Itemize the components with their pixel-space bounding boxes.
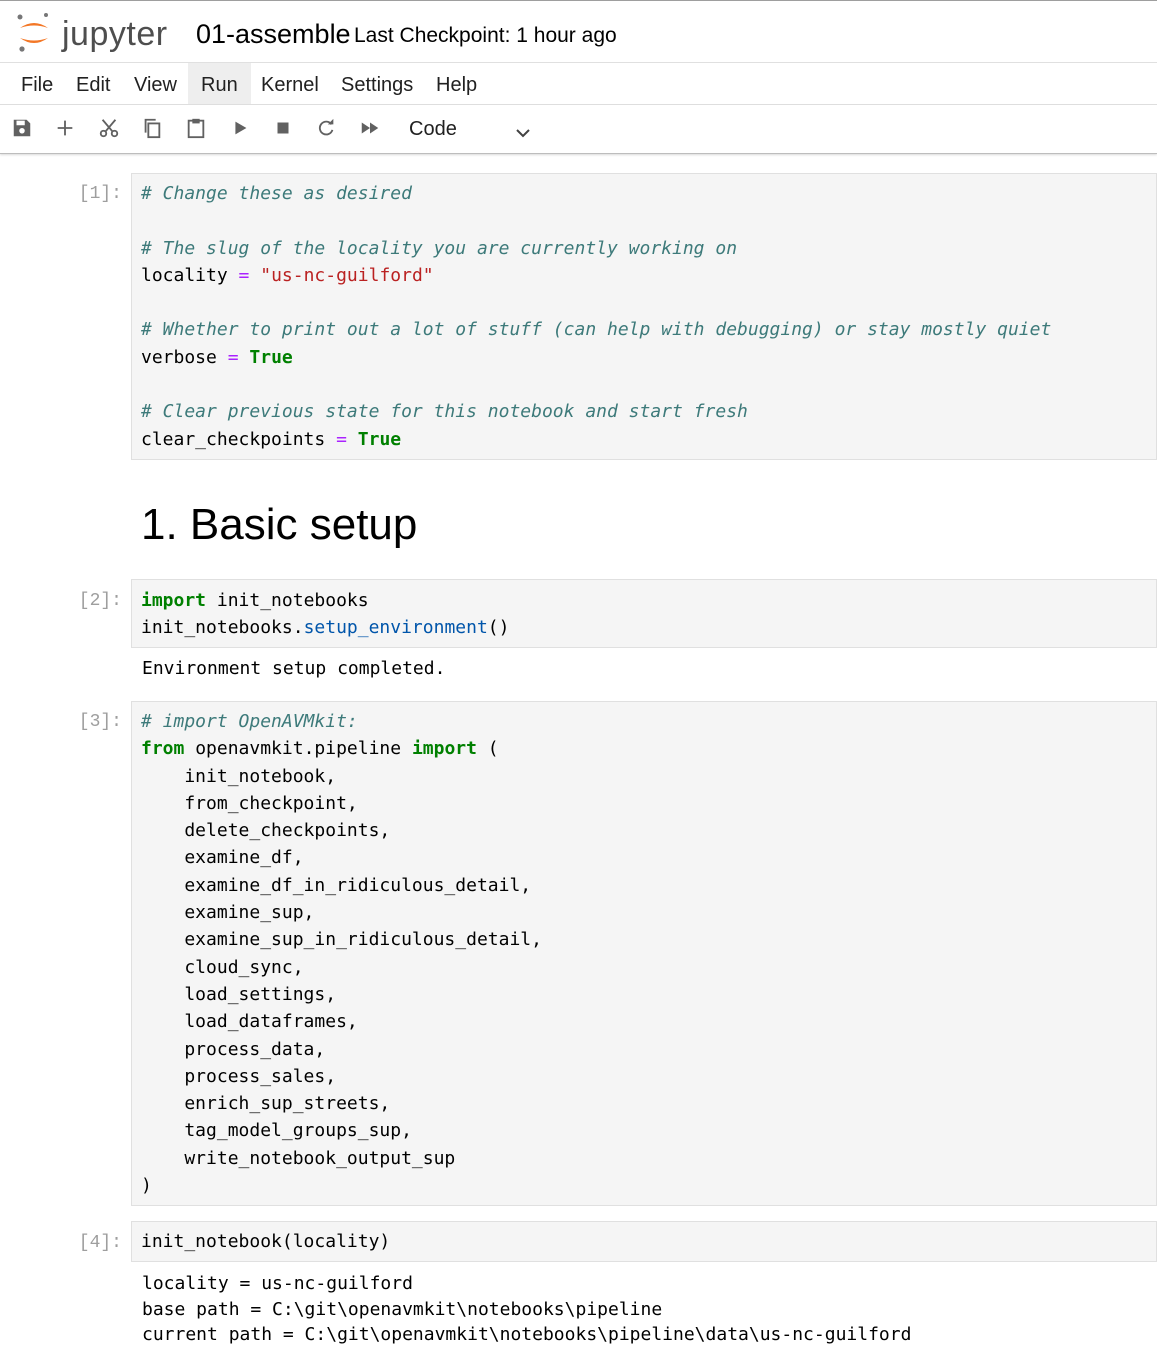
notebook-title[interactable]: 01-assemble	[196, 19, 351, 50]
restart-button[interactable]	[313, 115, 339, 141]
menu-run[interactable]: Run	[188, 63, 251, 104]
save-icon	[13, 119, 31, 137]
code-line: enrich_sup_streets,	[141, 1093, 391, 1115]
add-cell-icon	[57, 120, 73, 136]
code-line: examine_df,	[141, 847, 304, 869]
cell-1-code: # Change these as desired # The slug of …	[141, 180, 1051, 453]
code-line: load_settings,	[141, 983, 337, 1005]
jupyter-logo[interactable]: jupyter	[16, 11, 176, 57]
add-cell-button[interactable]	[52, 115, 78, 141]
code-line: # Change these as desired	[141, 183, 412, 204]
menu-kernel[interactable]: Kernel	[248, 63, 332, 104]
copy-button[interactable]	[139, 115, 165, 141]
menu-bar: File Edit View Run Kernel Settings Help	[0, 63, 1157, 105]
output-line: locality = us-nc-guilford	[142, 1273, 413, 1294]
paste-button[interactable]	[183, 115, 209, 141]
code-line: process_sales,	[141, 1065, 337, 1087]
menu-help[interactable]: Help	[423, 63, 490, 104]
code-line: process_data,	[141, 1038, 326, 1060]
jupyter-logo-icon	[17, 13, 48, 52]
cut-icon	[99, 119, 119, 138]
menu-file[interactable]: File	[8, 63, 66, 104]
code-line: import init_notebooks	[141, 590, 369, 611]
code-line: init_notebook(locality)	[141, 1231, 391, 1252]
code-line: load_dataframes,	[141, 1011, 358, 1033]
code-line: # The slug of the locality you are curre…	[141, 237, 738, 259]
cell-2-output: Environment setup completed.	[142, 656, 445, 682]
code-line: # Clear previous state for this notebook…	[141, 401, 748, 423]
fast-forward-icon	[361, 122, 379, 134]
chevron-down-icon[interactable]	[515, 127, 531, 139]
cell-2-code: import init_notebooks init_notebooks.set…	[141, 587, 509, 642]
cell-4-prompt: [4]:	[78, 1233, 122, 1253]
code-line: )	[141, 1175, 152, 1197]
copy-icon	[144, 118, 161, 139]
run-button[interactable]	[227, 115, 253, 141]
restart-icon	[318, 118, 334, 136]
code-line: # import OpenAVMkit:	[141, 711, 358, 732]
toolbar: Code	[0, 105, 1157, 154]
code-line: # Whether to print out a lot of stuff (c…	[141, 319, 1052, 341]
code-line: locality = "us-nc-guilford"	[141, 264, 434, 286]
code-line: examine_sup_in_ridiculous_detail,	[141, 929, 542, 951]
code-line: init_notebook,	[141, 765, 337, 787]
stop-icon	[277, 122, 289, 134]
cell-2-prompt: [2]:	[78, 591, 122, 611]
code-line: cloud_sync,	[141, 956, 304, 978]
cell-4-code: init_notebook(locality)	[141, 1228, 390, 1255]
output-line: current path = C:\git\openavmkit\noteboo…	[142, 1324, 912, 1345]
output-line: Environment setup completed.	[142, 658, 446, 679]
menu-edit[interactable]: Edit	[63, 63, 123, 104]
code-line: from_checkpoint,	[141, 792, 358, 814]
cell-3-prompt: [3]:	[78, 712, 122, 732]
code-line: examine_df_in_ridiculous_detail,	[141, 874, 532, 896]
code-line: delete_checkpoints,	[141, 820, 391, 842]
cell-type-select[interactable]: Code	[409, 118, 457, 141]
stop-button[interactable]	[270, 115, 296, 141]
cut-button[interactable]	[96, 115, 122, 141]
cell-3-code: # import OpenAVMkit: from openavmkit.pip…	[141, 708, 542, 1199]
markdown-heading: 1. Basic setup	[141, 500, 418, 549]
code-line: examine_sup,	[141, 902, 315, 924]
paste-icon	[187, 118, 205, 139]
output-line: base path = C:\git\openavmkit\notebooks\…	[142, 1298, 663, 1320]
run-all-button[interactable]	[357, 115, 383, 141]
code-line: write_notebook_output_sup	[141, 1147, 456, 1169]
cell-1-prompt: [1]:	[78, 184, 122, 204]
code-line: tag_model_groups_sup,	[141, 1120, 412, 1142]
top-bar: jupyter 01-assemble Last Checkpoint: 1 h…	[0, 0, 1157, 63]
code-line: verbose = True	[141, 346, 293, 368]
code-line: clear_checkpoints = True	[141, 428, 402, 450]
menu-view[interactable]: View	[121, 63, 190, 104]
checkpoint-status: Last Checkpoint: 1 hour ago	[354, 24, 617, 47]
cell-4-output: locality = us-nc-guilford base path = C:…	[142, 1271, 911, 1348]
menu-settings[interactable]: Settings	[328, 63, 426, 104]
save-button[interactable]	[9, 115, 35, 141]
logo-text: jupyter	[62, 15, 168, 53]
code-line: from openavmkit.pipeline import (	[141, 738, 499, 760]
run-icon	[235, 121, 247, 135]
code-line: init_notebooks.setup_environment()	[141, 617, 510, 639]
